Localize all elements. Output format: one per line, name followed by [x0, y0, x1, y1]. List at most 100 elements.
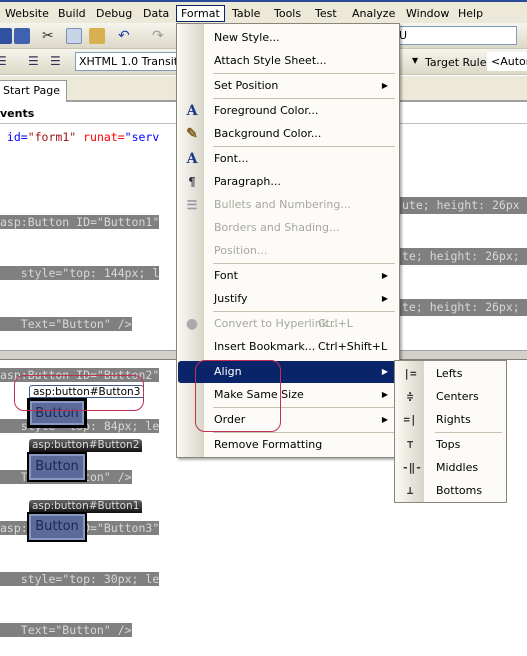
label: Tops [436, 438, 461, 451]
paste-icon[interactable] [89, 28, 105, 44]
align-tops-icon: ⊤ [406, 438, 414, 451]
align-lefts-icon: |= [403, 367, 417, 380]
menu-item-justify[interactable]: Justify ▶ [178, 288, 398, 310]
label: Foreground Color... [214, 104, 319, 117]
align-bottoms-icon: ⊥ [406, 484, 414, 497]
menu-item-background-color[interactable]: ✎ Background Color... [178, 123, 398, 145]
indent-icon[interactable]: ☰ [0, 54, 12, 70]
label: Borders and Shading... [214, 221, 340, 234]
menu-bar: Website Build Debug Data Format Table To… [0, 0, 527, 23]
label: Middles [436, 461, 479, 474]
label: Rights [436, 413, 471, 426]
menu-item-new-style[interactable]: New Style... [178, 27, 398, 49]
design-button-2[interactable]: Button [27, 452, 87, 482]
code-line: te; height: 26px; [400, 299, 527, 316]
menu-analyze[interactable]: Analyze [352, 7, 395, 20]
menu-website[interactable]: Website [5, 7, 49, 20]
label: Font [214, 269, 238, 282]
menu-item-borders-shading[interactable]: Borders and Shading... [178, 217, 398, 239]
align-rights-icon: =| [403, 413, 417, 426]
doctype-select[interactable]: XHTML 1.0 Transition [75, 52, 185, 71]
submenu-arrow-icon: ▶ [381, 367, 388, 376]
annotation-circle [14, 375, 144, 411]
save-all-icon[interactable] [14, 28, 30, 44]
submenu-arrow-icon: ▶ [381, 271, 388, 280]
outdent-icon[interactable]: ☰ [50, 54, 66, 70]
value: "form1" [27, 130, 77, 144]
label: Bullets and Numbering... [214, 198, 351, 211]
label: Attach Style Sheet... [214, 54, 327, 67]
separator [213, 263, 395, 264]
code-line: te; height: 26px; [400, 248, 527, 265]
label: Insert Bookmark... [214, 340, 316, 353]
menu-item-remove-formatting[interactable]: Remove Formatting [178, 434, 398, 456]
shortcut: Ctrl+Shift+L [318, 340, 388, 353]
dropdown-arrow-icon[interactable]: ▼ [412, 56, 418, 65]
save-icon[interactable] [0, 28, 12, 44]
menu-item-align-rights[interactable]: =| Rights [396, 409, 506, 431]
submenu-arrow-icon: ▶ [381, 294, 388, 303]
design-button-1[interactable]: Button [27, 512, 87, 542]
menu-help[interactable]: Help [458, 7, 483, 20]
menu-format[interactable]: Format [176, 5, 225, 22]
menu-item-set-position[interactable]: Set Position ▶ [178, 75, 398, 97]
menu-item-align-middles[interactable]: -‖- Middles [396, 457, 506, 479]
menu-item-bullets-numbering[interactable]: ☰ Bullets and Numbering... [178, 194, 398, 216]
label: New Style... [214, 31, 280, 44]
separator [213, 98, 395, 99]
value: "serv [124, 130, 160, 144]
label: Justify [214, 292, 248, 305]
list-icon[interactable]: ☰ [28, 54, 44, 70]
attr: runat= [76, 130, 125, 144]
align-submenu: |= Lefts ≑ Centers =| Rights ⊤ Tops -‖- Middl… [394, 360, 507, 503]
doctype-value: XHTML 1.0 Transition [79, 55, 185, 68]
tab-start-page[interactable]: Start Page [0, 80, 67, 102]
menu-item-position[interactable]: Position... [178, 240, 398, 262]
config-combo[interactable]: U [395, 26, 517, 45]
label: Background Color... [214, 127, 322, 140]
menu-debug[interactable]: Debug [96, 7, 132, 20]
menu-data[interactable]: Data [143, 7, 169, 20]
redo-icon[interactable]: ↷ [152, 28, 168, 44]
target-rule-value: <Autom [491, 55, 527, 68]
attr: id= [0, 130, 28, 144]
menu-table[interactable]: Table [232, 7, 260, 20]
hyperlink-icon: ● [185, 316, 199, 332]
menu-item-align-centers[interactable]: ≑ Centers [396, 386, 506, 408]
menu-item-insert-bookmark[interactable]: Insert Bookmark... Ctrl+Shift+L [178, 336, 398, 358]
menu-test[interactable]: Test [315, 7, 337, 20]
separator [213, 146, 395, 147]
target-rule-label: Target Rule: [425, 56, 491, 69]
menu-item-align-tops[interactable]: ⊤ Tops [396, 434, 506, 456]
cut-icon[interactable]: ✂ [42, 28, 58, 44]
target-rule-select[interactable]: <Autom [487, 52, 527, 71]
menu-item-align-bottoms[interactable]: ⊥ Bottoms [396, 480, 506, 502]
code-line: style="top: 144px; l [0, 266, 160, 280]
foreground-color-icon: A [186, 103, 198, 119]
annotation-circle [195, 360, 281, 432]
menu-window[interactable]: Window [406, 7, 449, 20]
label: Font... [214, 152, 249, 165]
menu-item-foreground-color[interactable]: A Foreground Color... [178, 100, 398, 122]
menu-item-convert-hyperlink[interactable]: ● Convert to Hyperlink... Ctrl+L [178, 313, 398, 335]
label: Set Position [214, 79, 279, 92]
submenu-arrow-icon: ▶ [381, 415, 388, 424]
copy-icon[interactable] [66, 28, 82, 44]
menu-item-font-dialog[interactable]: A Font... [178, 148, 398, 170]
undo-icon[interactable]: ↶ [118, 28, 134, 44]
menu-tools[interactable]: Tools [274, 7, 301, 20]
label: Centers [436, 390, 479, 403]
paragraph-icon: ¶ [188, 175, 196, 189]
control-tag[interactable]: asp:button#Button2 [29, 439, 143, 452]
menu-build[interactable]: Build [58, 7, 86, 20]
combo-value: U [399, 29, 408, 42]
shortcut: Ctrl+L [318, 317, 353, 330]
align-centers-icon: ≑ [406, 390, 414, 403]
menu-item-paragraph[interactable]: ¶ Paragraph... [178, 171, 398, 193]
menu-item-align-lefts[interactable]: |= Lefts [396, 363, 506, 385]
code-line: asp:Button ID="Button1" [0, 215, 160, 229]
menu-item-attach-style-sheet[interactable]: Attach Style Sheet... [178, 50, 398, 72]
code-line-form: id="form1" runat="serv [0, 129, 159, 146]
separator [213, 311, 395, 312]
menu-item-font[interactable]: Font ▶ [178, 265, 398, 287]
